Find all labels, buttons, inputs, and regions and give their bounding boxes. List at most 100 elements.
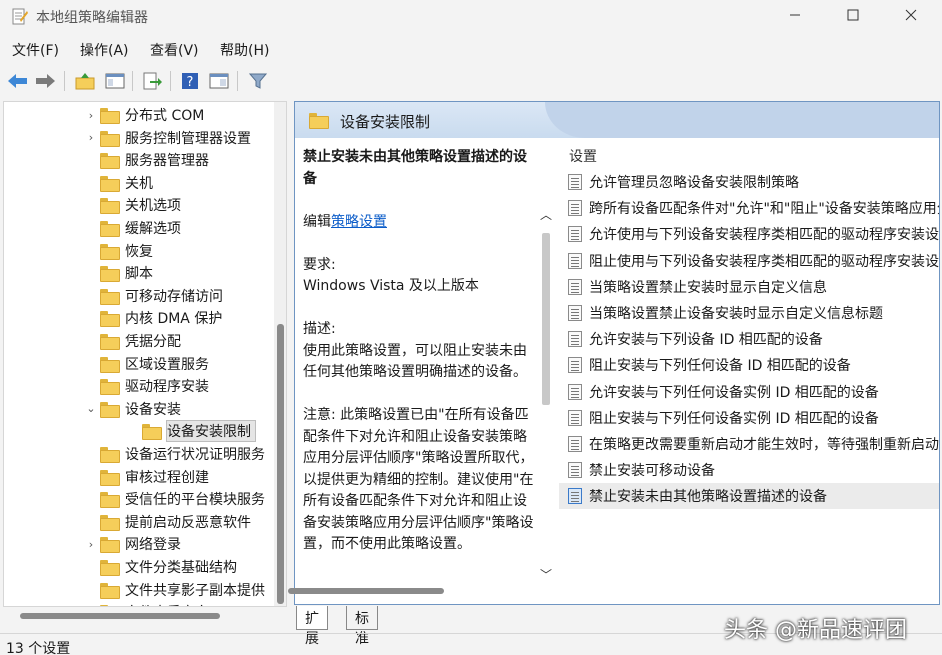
policy-setting-icon [568, 305, 582, 321]
setting-row[interactable]: 阻止安装与下列任何设备实例 ID 相匹配的设备 [559, 405, 939, 431]
setting-row[interactable]: 允许安装与下列任何设备实例 ID 相匹配的设备 [559, 379, 939, 405]
tree-item[interactable]: 提前启动反恶意软件 [82, 511, 251, 533]
forward-button[interactable] [33, 69, 57, 93]
expander-icon[interactable]: › [82, 109, 100, 122]
menu-file[interactable]: 文件(F) [12, 40, 59, 60]
tree-vertical-scrollbar[interactable] [274, 102, 286, 606]
tree-item-label: 驱动程序安装 [125, 379, 209, 396]
description-scrollbar[interactable]: ︿ ﹀ [539, 206, 553, 586]
filter-button[interactable] [246, 69, 270, 93]
setting-label: 允许使用与下列设备安装程序类相匹配的驱动程序安装设备 [589, 227, 940, 244]
requirement-label: 要求: [303, 256, 336, 273]
tree-item[interactable]: 文件共享影子副本提供 [82, 579, 265, 601]
policy-setting-icon [568, 200, 582, 217]
menu-help[interactable]: 帮助(H) [220, 40, 269, 60]
setting-row[interactable]: 跨所有设备匹配条件对"允许"和"阻止"设备安装策略应用分层评估 [559, 195, 939, 221]
help-button[interactable]: ? [178, 69, 202, 93]
setting-row[interactable]: 阻止安装与下列任何设备 ID 相匹配的设备 [559, 352, 939, 378]
title-bar: 本地组策略编辑器 [0, 0, 942, 34]
tree-item[interactable]: 恢复 [82, 240, 153, 262]
export-button[interactable] [140, 69, 164, 93]
tree-item[interactable]: 可移动存储访问 [82, 285, 223, 307]
tree-item[interactable]: 审核过程创建 [82, 466, 209, 488]
tree-item[interactable]: 区域设置服务 [82, 353, 209, 375]
back-button[interactable] [6, 69, 30, 93]
folder-icon [100, 469, 120, 486]
tab-standard[interactable]: 标准 [346, 606, 378, 647]
tree-item[interactable]: ⌄ 设备安装 [82, 398, 181, 420]
tree-item-label: 文件共享影子副本提供 [125, 582, 265, 599]
maximize-button[interactable] [830, 0, 876, 34]
tree-item-label: 区域设置服务 [125, 356, 209, 373]
tree-item[interactable]: 服务器管理器 [82, 149, 209, 171]
tree-item[interactable]: › 网络登录 [82, 533, 181, 555]
properties-button[interactable] [207, 69, 231, 93]
setting-label: 允许管理员忽略设备安装限制策略 [589, 175, 799, 191]
menu-bar: 文件(F) 操作(A) 查看(V) 帮助(H) [0, 36, 942, 64]
tree-scroll-thumb[interactable] [277, 324, 284, 604]
tree-item[interactable]: 缓解选项 [82, 217, 181, 239]
policy-setting-icon [568, 436, 582, 452]
status-text: 13 个设置 [6, 641, 71, 655]
setting-row[interactable]: 允许使用与下列设备安装程序类相匹配的驱动程序安装设备 [559, 221, 940, 247]
tree-item[interactable]: 设备安装限制 [124, 420, 256, 443]
settings-horizontal-scroll-thumb[interactable] [288, 588, 444, 594]
setting-label: 阻止安装与下列任何设备 ID 相匹配的设备 [589, 358, 851, 375]
show-hide-tree-button[interactable] [103, 69, 127, 93]
setting-label: 允许安装与下列设备 ID 相匹配的设备 [589, 332, 823, 349]
tree-item[interactable]: 内核 DMA 保护 [82, 307, 222, 329]
tree-item[interactable]: 脚本 [82, 262, 153, 284]
tree-item[interactable]: 文件分类基础结构 [82, 556, 237, 578]
tree-pane[interactable]: 文件夹重定向 文件共享影子副本提供 文件分类基础结构 › 网络登录 提前启动反恶意软件 受信… [3, 101, 287, 607]
setting-row[interactable]: 当策略设置禁止安装时显示自定义信息 [559, 274, 939, 300]
tree-item-label: 审核过程创建 [125, 469, 209, 486]
setting-row[interactable]: 允许安装与下列设备 ID 相匹配的设备 [559, 326, 939, 352]
up-folder-button[interactable] [73, 69, 97, 93]
tree-item[interactable]: 设备运行状况证明服务 [82, 443, 265, 465]
settings-column-header[interactable]: 设置 [569, 146, 597, 166]
toolbar-separator [64, 71, 65, 91]
tree-item[interactable]: 关机 [82, 172, 153, 194]
scroll-down-icon[interactable]: ﹀ [539, 566, 553, 583]
menu-action[interactable]: 操作(A) [80, 40, 129, 60]
tree-item[interactable]: 文件夹重定向 [82, 601, 209, 606]
setting-row[interactable]: 当策略设置禁止设备安装时显示自定义信息标题 [559, 300, 939, 326]
requirement-value: Windows Vista 及以上版本 [303, 278, 479, 294]
setting-row[interactable]: 允许管理员忽略设备安装限制策略 [559, 169, 939, 195]
folder-icon [100, 198, 120, 215]
svg-text:?: ? [187, 75, 194, 90]
minimize-button[interactable] [772, 0, 818, 34]
tree-item[interactable]: › 分布式 COM [82, 104, 204, 126]
setting-row[interactable]: 阻止使用与下列设备安装程序类相匹配的驱动程序安装设备 [559, 248, 939, 274]
tree-item[interactable]: 受信任的平台模块服务 [82, 488, 265, 510]
tree-item-label: 提前启动反恶意软件 [125, 514, 251, 531]
tree-item[interactable]: 驱动程序安装 [82, 375, 209, 397]
folder-icon [100, 311, 120, 328]
tree-item[interactable]: 凭据分配 [82, 330, 181, 352]
expander-icon[interactable]: ⌄ [82, 402, 100, 415]
edit-policy-line: 编辑策略设置 [303, 212, 539, 234]
policy-setting-icon [568, 383, 582, 400]
tree-item-label: 设备安装 [125, 401, 181, 418]
setting-row[interactable]: 在策略更改需要重新启动才能生效时，等待强制重新启动 [559, 431, 939, 457]
scroll-up-icon[interactable]: ︿ [539, 206, 553, 223]
description-section: 描述: 使用此策略设置，可以阻止安装未由任何其他策略设置明确描述的设备。 [303, 319, 539, 384]
setting-row[interactable]: 禁止安装未由其他策略设置描述的设备 [559, 483, 939, 510]
tab-extended[interactable]: 扩展 [296, 606, 328, 647]
menu-view[interactable]: 查看(V) [150, 40, 199, 60]
tree-item[interactable]: 关机选项 [82, 194, 181, 216]
setting-row[interactable]: 禁止安装可移动设备 [559, 457, 939, 483]
tree-horizontal-scroll-thumb[interactable] [20, 613, 220, 619]
requirements: 要求: Windows Vista 及以上版本 [303, 255, 539, 298]
expander-icon[interactable]: › [82, 538, 100, 551]
tree-item[interactable]: › 服务控制管理器设置 [82, 127, 251, 149]
close-button[interactable] [888, 0, 934, 34]
tree-item-label: 服务控制管理器设置 [125, 130, 251, 147]
description-scroll-thumb[interactable] [542, 233, 550, 405]
details-header-title: 设备安装限制 [340, 113, 431, 131]
setting-label: 允许安装与下列任何设备实例 ID 相匹配的设备 [589, 384, 879, 401]
folder-icon [100, 221, 120, 237]
expander-icon[interactable]: › [82, 131, 100, 144]
tree-item-label: 凭据分配 [125, 334, 181, 350]
edit-policy-link[interactable]: 策略设置 [331, 214, 387, 230]
